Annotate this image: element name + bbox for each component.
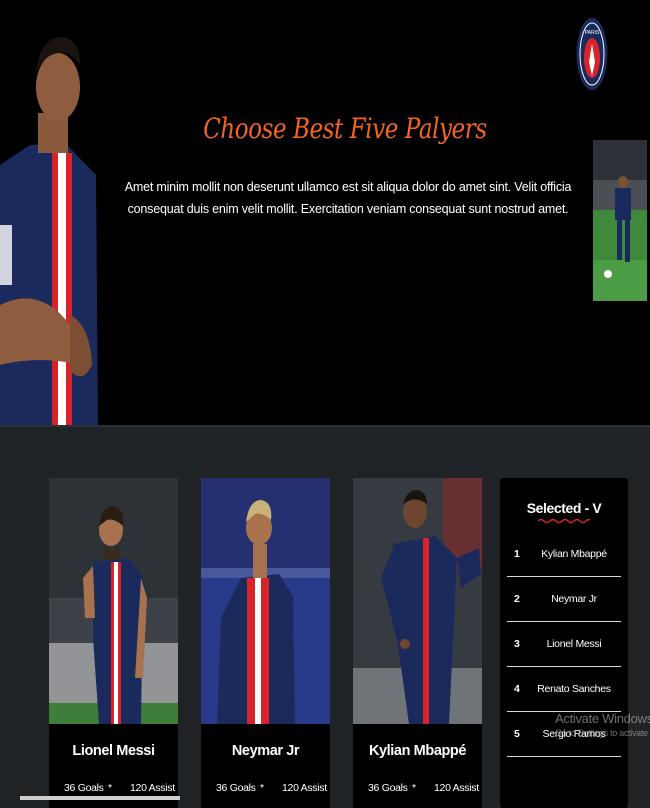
section-divider (0, 425, 650, 427)
list-item[interactable]: 1 Kylian Mbappé (507, 532, 621, 577)
selected-panel-title: Selected - V (526, 500, 602, 516)
list-item-name: Lionel Messi (546, 638, 602, 650)
watermark-subtitle: Go to Settings to activate Windo (555, 728, 650, 738)
list-item-name: Renato Sanches (537, 683, 611, 695)
activate-windows-watermark: Activate Windows Go to Settings to activ… (555, 711, 650, 738)
list-item-number: 3 (514, 638, 520, 650)
horizontal-scrollbar[interactable] (20, 796, 180, 800)
list-item-name: Neymar Jr (551, 593, 597, 605)
list-item[interactable]: 2 Neymar Jr (507, 577, 621, 622)
selected-players-panel: Selected - V 1 Kylian Mbappé 2 Neymar Jr… (500, 478, 628, 808)
player-name: Neymar Jr (231, 743, 300, 759)
psg-logo-text: PARIS (585, 30, 600, 36)
messi-photo (49, 478, 178, 724)
watermark-title: Activate Windows (555, 711, 650, 726)
player-card-mbappe[interactable]: Kylian Mbappé 36 Goals * 120 Assist (353, 478, 482, 808)
player-assist: 120 Assist (434, 782, 479, 794)
list-item[interactable]: 4 Renato Sanches (507, 667, 621, 712)
psg-logo-icon: PARIS (576, 18, 608, 90)
list-item-number: 4 (514, 683, 520, 695)
page-title: Choose Best Five Palyers (203, 112, 487, 145)
player-assist: 120 Assist (130, 782, 175, 794)
list-item[interactable]: 3 Lionel Messi (507, 622, 621, 667)
neymar-photo (201, 478, 330, 724)
squiggle-underline (538, 518, 590, 524)
stats-separator: * (108, 782, 112, 794)
player-goals: 36 Goals (368, 782, 408, 794)
player-goals: 36 Goals (64, 782, 104, 794)
player-card-neymar[interactable]: Neymar Jr 36 Goals * 120 Assist (201, 478, 330, 808)
player-name: Kylian Mbappé (368, 743, 467, 759)
list-item-number: 5 (514, 728, 520, 740)
player-card-messi[interactable]: Lionel Messi 36 Goals * 120 Assist (49, 478, 178, 808)
list-item-name: Kylian Mbappé (541, 548, 607, 560)
stats-separator: * (260, 782, 264, 794)
player-assist: 120 Assist (282, 782, 327, 794)
hero-banner: PARIS Choose Best Five Palyers Amet mini… (0, 0, 650, 425)
player-goals: 36 Goals (216, 782, 256, 794)
stats-separator: * (412, 782, 416, 794)
hero-description: Amet minim mollit non deserunt ullamco e… (124, 180, 572, 216)
player-name: Lionel Messi (72, 743, 155, 759)
mbappe-photo (353, 478, 482, 724)
hero-player-image (0, 37, 98, 425)
list-item-number: 2 (514, 593, 520, 605)
hero-thumbnail-image (593, 140, 647, 301)
list-item-number: 1 (514, 548, 520, 560)
